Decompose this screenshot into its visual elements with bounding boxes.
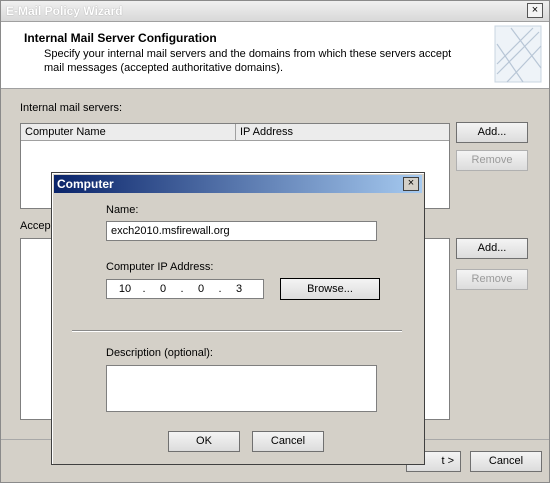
- wizard-cancel-button[interactable]: Cancel: [470, 451, 542, 472]
- column-ip-address[interactable]: IP Address: [236, 124, 449, 140]
- internal-mail-servers-label: Internal mail servers:: [20, 102, 123, 114]
- column-computer-name[interactable]: Computer Name: [21, 124, 236, 140]
- ip-dot: .: [218, 283, 222, 295]
- name-label: Name:: [106, 204, 139, 216]
- ok-button[interactable]: OK: [168, 431, 240, 452]
- computer-dialog-title: Computer: [57, 177, 114, 191]
- list-header: Computer Name IP Address: [21, 124, 449, 141]
- wizard-header: Internal Mail Server Configuration Speci…: [1, 22, 549, 89]
- add-server-button[interactable]: Add...: [456, 122, 528, 143]
- ip-octet-2[interactable]: 0: [149, 280, 177, 298]
- ip-dot: .: [180, 283, 184, 295]
- remove-domain-button[interactable]: Remove: [456, 269, 528, 290]
- description-label: Description (optional):: [106, 347, 213, 359]
- wizard-graphic-icon: [494, 25, 542, 83]
- ip-address-label: Computer IP Address:: [106, 261, 214, 273]
- ip-dot: .: [142, 283, 146, 295]
- wizard-title: E-Mail Policy Wizard: [6, 4, 123, 18]
- remove-server-button[interactable]: Remove: [456, 150, 528, 171]
- wizard-header-description: Specify your internal mail servers and t…: [44, 48, 452, 74]
- wizard-close-button[interactable]: ×: [527, 3, 543, 18]
- add-domain-button[interactable]: Add...: [456, 238, 528, 259]
- wizard-title-bar: E-Mail Policy Wizard ×: [1, 1, 549, 22]
- ip-octet-1[interactable]: 10: [111, 280, 139, 298]
- description-field[interactable]: [106, 365, 377, 412]
- computer-dialog-close-button[interactable]: ×: [403, 177, 419, 191]
- dialog-cancel-button[interactable]: Cancel: [252, 431, 324, 452]
- computer-dialog-title-bar: Computer ×: [54, 175, 422, 193]
- browse-button[interactable]: Browse...: [280, 278, 380, 300]
- ip-octet-3[interactable]: 0: [187, 280, 215, 298]
- wizard-header-title: Internal Mail Server Configuration: [24, 31, 217, 45]
- accepted-domains-label: Accep: [20, 220, 51, 232]
- ip-octet-4[interactable]: 3: [225, 280, 253, 298]
- computer-dialog: Computer × Name: exch2010.msfirewall.org…: [51, 172, 425, 465]
- ip-address-field[interactable]: 10 . 0 . 0 . 3: [106, 279, 264, 299]
- name-field[interactable]: exch2010.msfirewall.org: [106, 221, 377, 241]
- dialog-divider: [72, 330, 402, 332]
